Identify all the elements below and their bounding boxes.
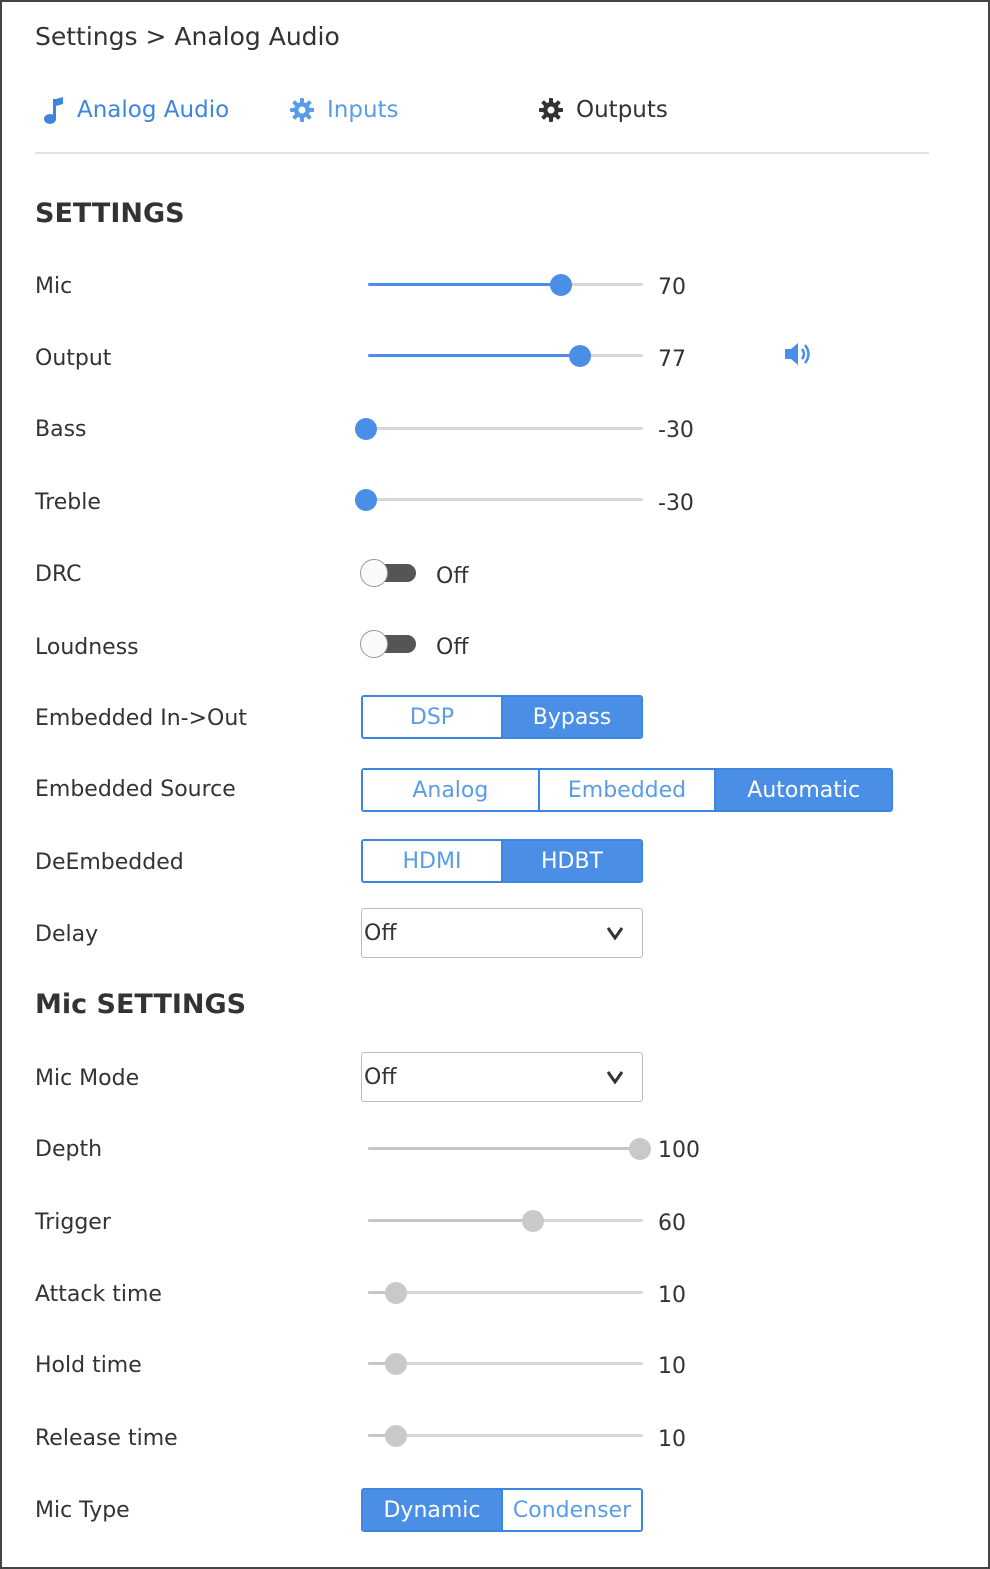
gear-icon xyxy=(539,98,563,122)
release-time-slider[interactable] xyxy=(368,1425,643,1447)
loudness-toggle[interactable] xyxy=(360,630,418,658)
embedded-source-segmented: Analog Embedded Automatic xyxy=(361,768,893,812)
bass-label: Bass xyxy=(35,417,87,442)
depth-label: Depth xyxy=(35,1137,103,1162)
slider-thumb[interactable] xyxy=(355,489,377,511)
output-slider[interactable] xyxy=(368,345,643,367)
breadcrumb: Settings > Analog Audio xyxy=(35,22,340,51)
slider-fill xyxy=(368,354,580,357)
option-condenser[interactable]: Condenser xyxy=(501,1490,641,1530)
mic-settings-section-title: Mic SETTINGS xyxy=(35,989,247,1020)
slider-track xyxy=(366,427,643,430)
deembedded-label: DeEmbedded xyxy=(35,850,184,875)
breadcrumb-root[interactable]: Settings xyxy=(35,22,138,51)
slider-thumb[interactable] xyxy=(384,1353,407,1375)
embedded-in-out-segmented: DSP Bypass xyxy=(361,695,643,739)
option-dynamic[interactable]: Dynamic xyxy=(363,1490,501,1530)
option-hdbt[interactable]: HDBT xyxy=(501,841,641,881)
mic-type-segmented: Dynamic Condenser xyxy=(361,1488,643,1532)
mic-mode-selected-value: Off xyxy=(364,1065,397,1090)
hold-time-slider[interactable] xyxy=(368,1353,643,1375)
mic-mode-label: Mic Mode xyxy=(35,1066,140,1091)
toggle-knob xyxy=(360,630,388,658)
slider-track xyxy=(368,1291,643,1294)
release-time-value: 10 xyxy=(658,1427,686,1452)
delay-select[interactable]: Off xyxy=(361,908,643,958)
tab-inputs-label: Inputs xyxy=(327,97,399,123)
bass-slider[interactable] xyxy=(355,418,643,440)
slider-track xyxy=(368,1362,643,1365)
depth-value: 100 xyxy=(658,1138,700,1163)
slider-thumb[interactable] xyxy=(355,418,377,440)
option-bypass[interactable]: Bypass xyxy=(501,697,641,737)
deembedded-segmented: HDMI HDBT xyxy=(361,839,643,883)
attack-time-slider[interactable] xyxy=(368,1282,643,1304)
slider-thumb[interactable] xyxy=(549,274,572,296)
trigger-label: Trigger xyxy=(35,1210,111,1235)
speaker-icon[interactable] xyxy=(783,340,815,368)
delay-selected-value: Off xyxy=(364,921,397,946)
hold-time-label: Hold time xyxy=(35,1353,142,1378)
option-automatic[interactable]: Automatic xyxy=(714,770,891,810)
mic-label: Mic xyxy=(35,274,73,299)
slider-thumb[interactable] xyxy=(522,1210,544,1232)
treble-label: Treble xyxy=(35,490,101,515)
slider-fill xyxy=(368,283,561,286)
slider-track xyxy=(366,498,643,501)
tab-analog-audio[interactable]: Analog Audio xyxy=(43,90,229,130)
tab-outputs-label: Outputs xyxy=(576,97,668,123)
mic-mode-select[interactable]: Off xyxy=(361,1052,643,1102)
treble-value: -30 xyxy=(658,491,694,516)
chevron-down-icon xyxy=(606,1071,624,1084)
analog-audio-panel: Settings > Analog Audio Analog Audio Inp… xyxy=(0,0,990,1569)
loudness-label: Loudness xyxy=(35,635,139,660)
slider-fill xyxy=(368,1219,533,1222)
embedded-in-out-label: Embedded In->Out xyxy=(35,706,247,731)
mic-slider[interactable] xyxy=(368,274,643,296)
depth-slider[interactable] xyxy=(368,1138,651,1160)
tab-outputs[interactable]: Outputs xyxy=(538,90,668,130)
bass-value: -30 xyxy=(658,418,694,443)
breadcrumb-separator: > xyxy=(145,22,167,51)
tab-bar: Analog Audio Inputs Outputs xyxy=(35,90,929,154)
music-note-icon xyxy=(44,97,63,124)
tab-inputs[interactable]: Inputs xyxy=(289,90,399,130)
attack-time-value: 10 xyxy=(658,1283,686,1308)
chevron-down-icon xyxy=(606,927,624,940)
breadcrumb-current: Analog Audio xyxy=(174,22,340,51)
drc-state: Off xyxy=(436,564,469,589)
mic-type-label: Mic Type xyxy=(35,1498,130,1523)
option-analog[interactable]: Analog xyxy=(363,770,538,810)
option-embedded[interactable]: Embedded xyxy=(537,770,715,810)
slider-thumb[interactable] xyxy=(568,345,591,367)
mic-value: 70 xyxy=(658,275,686,300)
loudness-state: Off xyxy=(436,635,469,660)
option-hdmi[interactable]: HDMI xyxy=(363,841,501,881)
slider-thumb[interactable] xyxy=(384,1282,407,1304)
slider-track xyxy=(368,1434,643,1437)
slider-fill xyxy=(368,1147,640,1150)
trigger-value: 60 xyxy=(658,1211,686,1236)
trigger-slider[interactable] xyxy=(368,1210,643,1232)
gear-icon xyxy=(290,98,314,122)
toggle-knob xyxy=(360,559,388,587)
treble-slider[interactable] xyxy=(355,489,643,511)
option-dsp[interactable]: DSP xyxy=(363,697,501,737)
drc-toggle[interactable] xyxy=(360,559,418,587)
hold-time-value: 10 xyxy=(658,1354,686,1379)
slider-thumb[interactable] xyxy=(629,1138,651,1160)
drc-label: DRC xyxy=(35,562,82,587)
settings-section-title: SETTINGS xyxy=(35,198,185,229)
output-value: 77 xyxy=(658,347,686,372)
attack-time-label: Attack time xyxy=(35,1282,162,1307)
slider-thumb[interactable] xyxy=(384,1425,407,1447)
output-label: Output xyxy=(35,346,112,371)
release-time-label: Release time xyxy=(35,1426,178,1451)
tab-analog-audio-label: Analog Audio xyxy=(77,97,230,123)
delay-label: Delay xyxy=(35,922,99,947)
embedded-source-label: Embedded Source xyxy=(35,777,236,802)
